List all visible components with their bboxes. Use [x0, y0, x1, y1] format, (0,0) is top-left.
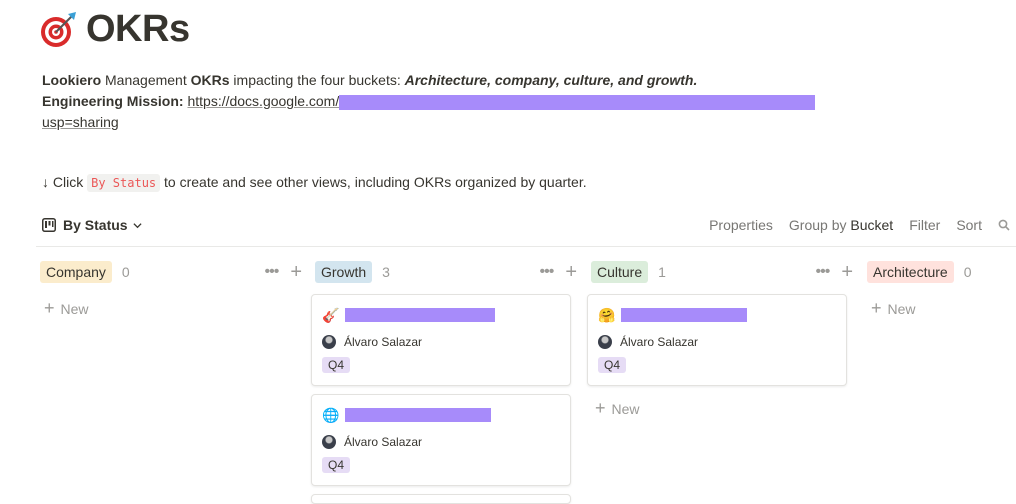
avatar	[598, 335, 612, 349]
plus-icon: +	[871, 298, 882, 318]
bucket-tag[interactable]: Architecture	[867, 261, 954, 283]
bucket-tag[interactable]: Culture	[591, 261, 649, 283]
avatar	[322, 335, 336, 349]
plus-icon: +	[595, 398, 606, 418]
quarter-tag: Q4	[598, 357, 627, 373]
redacted-title	[621, 308, 748, 322]
okr-card-partial[interactable]	[311, 494, 571, 504]
okr-card[interactable]: 🎸 Álvaro Salazar Q4	[311, 294, 571, 386]
card-owner: Álvaro Salazar	[322, 435, 560, 449]
page-header: OKRs	[38, 8, 190, 51]
database-toolbar: By Status Properties Group by Bucket Fil…	[36, 212, 1016, 247]
column-header: Architecture 0	[867, 258, 1007, 286]
group-by-button[interactable]: Group by Bucket	[789, 217, 893, 233]
arrow-down-icon: ↓	[42, 174, 49, 190]
view-hint: ↓ Click By Status to create and see othe…	[42, 174, 587, 192]
board-column-company: Company 0 ••• + + New	[40, 258, 302, 319]
chevron-down-icon	[133, 222, 142, 228]
card-title: 🌐	[322, 405, 560, 425]
column-count: 0	[963, 264, 972, 280]
redacted-block	[339, 94, 816, 110]
toolbar-actions: Properties Group by Bucket Filter Sort	[693, 217, 1010, 233]
new-card-button[interactable]: + New	[595, 398, 853, 419]
board-column-culture: Culture 1 ••• + 🤗 Álvaro Salazar Q4 + Ne…	[587, 258, 853, 419]
column-header: Culture 1 ••• +	[591, 258, 853, 286]
globe-icon: 🌐	[322, 406, 340, 423]
more-options-icon[interactable]: •••	[816, 263, 831, 281]
card-owner: Álvaro Salazar	[322, 335, 560, 349]
new-card-button[interactable]: + New	[44, 298, 302, 319]
column-actions: ••• +	[265, 262, 303, 282]
board-column-architecture: Architecture 0 + New	[867, 258, 1007, 319]
page-title: OKRs	[86, 8, 190, 50]
okr-card[interactable]: 🤗 Álvaro Salazar Q4	[587, 294, 847, 386]
card-title: 🤗	[598, 305, 836, 325]
redacted-title	[345, 308, 496, 322]
okr-card[interactable]: 🌐 Álvaro Salazar Q4	[311, 394, 571, 486]
card-title: 🎸	[322, 305, 560, 325]
properties-button[interactable]: Properties	[709, 217, 773, 233]
board-column-growth: Growth 3 ••• + 🎸 Álvaro Salazar Q4 🌐 Álv…	[311, 258, 577, 504]
mission-link-tail[interactable]: usp=sharing	[42, 114, 119, 130]
redacted-title	[345, 408, 492, 422]
brand-name: Lookiero	[42, 72, 102, 88]
column-actions: ••• +	[540, 262, 578, 282]
quarter-tag: Q4	[322, 357, 351, 373]
view-switcher[interactable]: By Status	[42, 217, 142, 233]
mission-link[interactable]: https://docs.google.com/	[187, 93, 339, 109]
more-options-icon[interactable]: •••	[540, 263, 555, 281]
target-dart-icon	[41, 11, 76, 47]
quarter-tag: Q4	[322, 457, 351, 473]
more-options-icon[interactable]: •••	[265, 263, 280, 281]
plus-icon: +	[44, 298, 55, 318]
page-description: Lookiero Management OKRs impacting the f…	[42, 70, 942, 133]
new-card-button[interactable]: + New	[871, 298, 1007, 319]
column-count: 1	[658, 264, 666, 280]
sort-button[interactable]: Sort	[956, 217, 982, 233]
board-view-icon	[42, 218, 56, 232]
add-card-icon[interactable]: +	[841, 262, 853, 282]
column-actions: ••• +	[816, 262, 854, 282]
avatar	[322, 435, 336, 449]
column-header: Growth 3 ••• +	[315, 258, 577, 286]
add-card-icon[interactable]: +	[565, 262, 577, 282]
column-count: 0	[121, 264, 130, 280]
column-count: 3	[382, 264, 390, 280]
add-card-icon[interactable]: +	[290, 262, 302, 282]
view-label: By Status	[63, 217, 128, 233]
bucket-tag[interactable]: Company	[40, 261, 112, 283]
bucket-tag[interactable]: Growth	[315, 261, 373, 283]
filter-button[interactable]: Filter	[909, 217, 940, 233]
card-owner: Álvaro Salazar	[598, 335, 836, 349]
mission-label: Engineering Mission:	[42, 93, 184, 109]
buckets-text: Architecture, company, culture, and grow…	[404, 72, 698, 88]
column-header: Company 0 ••• +	[40, 258, 302, 286]
search-icon[interactable]	[998, 219, 1010, 231]
hugging-face-icon: 🤗	[598, 306, 616, 323]
inline-code: By Status	[87, 174, 161, 192]
guitar-icon: 🎸	[322, 306, 340, 323]
